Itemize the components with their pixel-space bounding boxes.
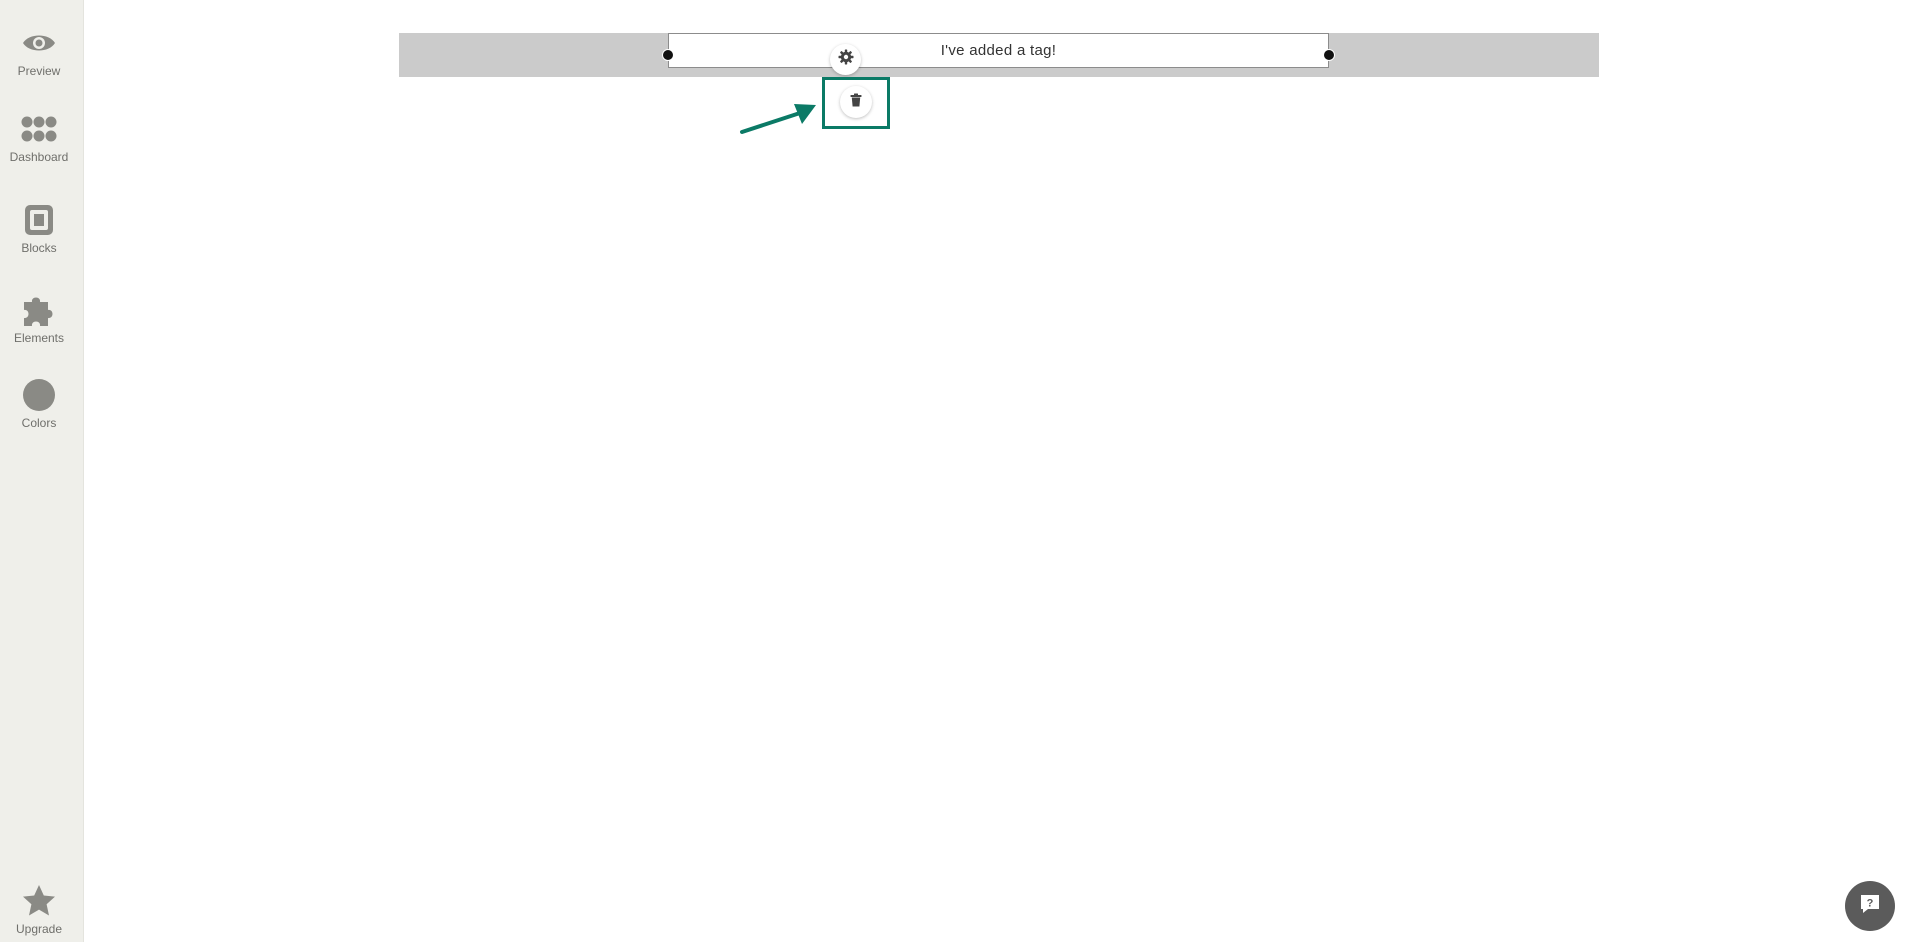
sidebar-item-label: Dashboard xyxy=(9,150,69,164)
help-button[interactable]: ? xyxy=(1845,881,1895,931)
eye-icon xyxy=(19,26,59,60)
puzzle-icon xyxy=(19,293,59,327)
sidebar-item-label: Elements xyxy=(13,331,65,345)
sidebar-item-label: Preview xyxy=(17,64,61,78)
help-chat-icon: ? xyxy=(1858,892,1882,921)
sidebar-item-elements[interactable]: Elements xyxy=(0,293,78,345)
sidebar-item-label: Blocks xyxy=(21,241,57,255)
delete-button[interactable] xyxy=(840,86,872,118)
sidebar-item-label: Colors xyxy=(21,416,57,430)
sidebar: Preview Dashboard Blocks Elements Colors… xyxy=(0,0,84,942)
tag-text[interactable]: I've added a tag! xyxy=(941,42,1057,59)
sidebar-item-label: Upgrade xyxy=(15,922,63,936)
svg-text:?: ? xyxy=(1867,897,1874,909)
sidebar-item-preview[interactable]: Preview xyxy=(0,26,78,78)
sidebar-item-dashboard[interactable]: Dashboard xyxy=(0,112,78,164)
sidebar-item-colors[interactable]: Colors xyxy=(0,378,78,430)
sidebar-item-blocks[interactable]: Blocks xyxy=(0,203,78,255)
color-circle-icon xyxy=(19,378,59,412)
app-window: Preview Dashboard Blocks Elements Colors… xyxy=(0,0,1908,942)
tag-element[interactable]: I've added a tag! xyxy=(668,33,1329,68)
star-icon xyxy=(19,884,59,918)
trash-icon xyxy=(849,93,863,112)
settings-button[interactable] xyxy=(830,44,861,75)
resize-handle-left[interactable] xyxy=(662,49,674,61)
block-square-icon xyxy=(19,203,59,237)
gear-icon xyxy=(838,49,854,70)
resize-handle-right[interactable] xyxy=(1323,49,1335,61)
annotation-arrow-icon xyxy=(740,104,816,134)
sidebar-item-upgrade[interactable]: Upgrade xyxy=(0,884,78,936)
dots-grid-icon xyxy=(19,112,59,146)
